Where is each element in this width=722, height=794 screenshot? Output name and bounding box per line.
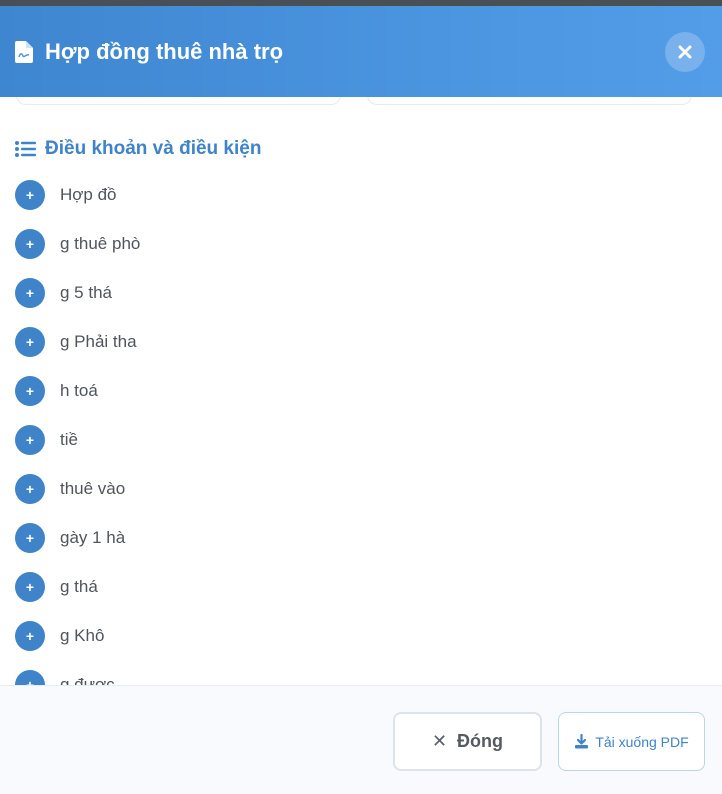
close-button[interactable]: ✕ Đóng	[393, 712, 542, 771]
plus-icon[interactable]: +	[15, 523, 45, 553]
plus-icon[interactable]: +	[15, 425, 45, 455]
term-item[interactable]: + g Phải tha	[15, 327, 140, 376]
modal-header: Hợp đồng thuê nhà trọ	[0, 6, 722, 97]
close-button-label: Đóng	[457, 731, 504, 751]
plus-icon[interactable]: +	[15, 229, 45, 259]
modal-footer: ✕ Đóng Tải xuống PDF	[0, 685, 722, 794]
plus-icon[interactable]: +	[15, 474, 45, 504]
modal-body[interactable]: Điều khoản và điều kiện + Hợp đồ + g thuê …	[0, 97, 722, 685]
term-item[interactable]: + h toá	[15, 376, 140, 425]
plus-icon[interactable]: +	[15, 376, 45, 406]
plus-icon[interactable]: +	[15, 327, 45, 357]
info-card-left	[16, 97, 341, 105]
term-item[interactable]: + g được	[15, 670, 140, 685]
modal-title: Hợp đồng thuê nhà trọ	[45, 38, 284, 64]
term-item[interactable]: + g thuê phò	[15, 229, 140, 278]
terms-list: + Hợp đồ + g thuê phò + g 5 thá + g Phải tha…	[15, 180, 140, 685]
modal-close-button[interactable]	[665, 32, 705, 72]
pdf-file-icon	[15, 40, 33, 63]
plus-icon[interactable]: +	[15, 572, 45, 602]
plus-icon[interactable]: +	[15, 670, 45, 685]
list-icon	[15, 141, 36, 157]
close-icon	[678, 45, 692, 59]
term-item[interactable]: + g Khô	[15, 621, 140, 670]
plus-icon[interactable]: +	[15, 621, 45, 651]
term-item[interactable]: + g 5 thá	[15, 278, 140, 327]
plus-icon[interactable]: +	[15, 180, 45, 210]
download-pdf-button[interactable]: Tải xuống PDF	[558, 712, 705, 771]
close-icon: ✕	[431, 731, 448, 751]
download-icon	[574, 734, 589, 749]
term-item[interactable]: + tiề	[15, 425, 140, 474]
term-item[interactable]: + g thá	[15, 572, 140, 621]
term-item[interactable]: + thuê vào	[15, 474, 140, 523]
term-item[interactable]: + gày 1 hà	[15, 523, 140, 572]
download-pdf-label: Tải xuống PDF	[595, 733, 689, 750]
term-item[interactable]: + Hợp đồ	[15, 180, 140, 229]
terms-section-title: Điều khoản và điều kiện	[15, 138, 261, 160]
terms-section-label: Điều khoản và điều kiện	[45, 138, 262, 159]
plus-icon[interactable]: +	[15, 278, 45, 308]
info-card-right	[367, 97, 692, 105]
